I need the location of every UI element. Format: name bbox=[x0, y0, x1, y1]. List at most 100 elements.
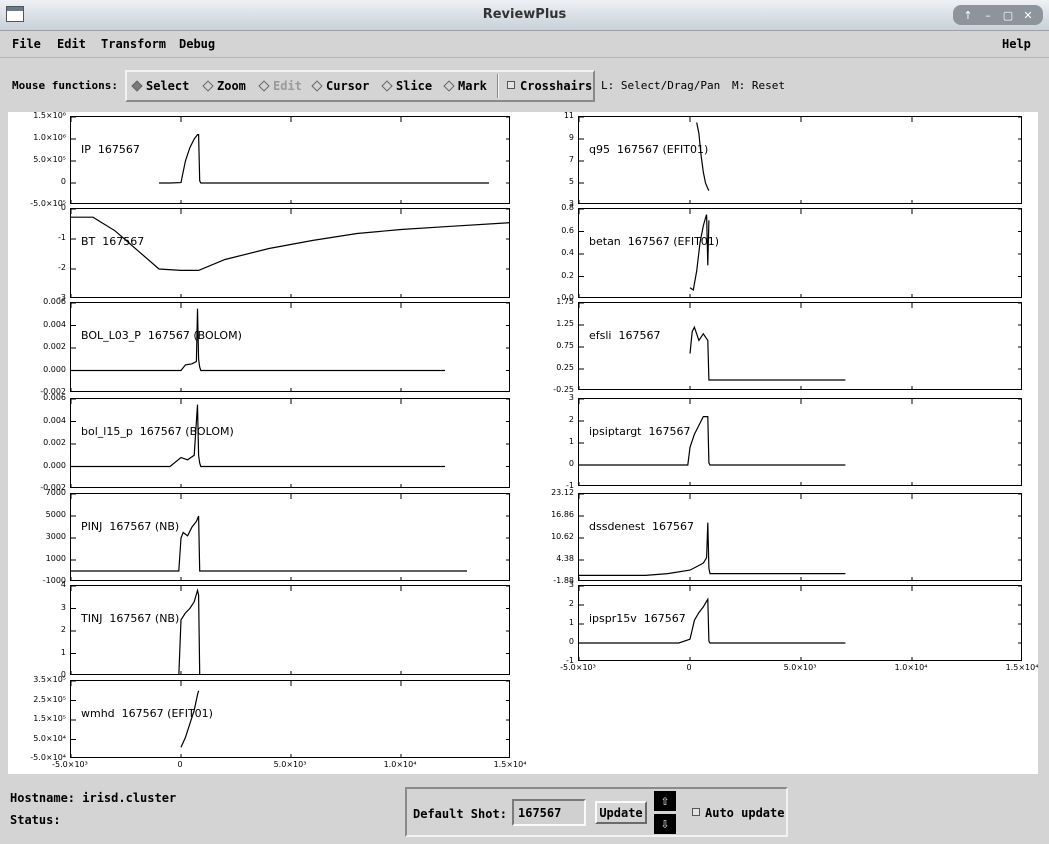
y-tick-label: 1.5×10⁶ bbox=[33, 111, 66, 120]
series-line bbox=[696, 122, 710, 191]
crosshairs-checkbox[interactable]: Crosshairs bbox=[507, 79, 592, 93]
menu-file[interactable]: File bbox=[12, 37, 41, 51]
x-tick-label: 0 bbox=[686, 663, 692, 672]
plot-svg bbox=[71, 586, 509, 674]
y-tick-label: 1 bbox=[568, 618, 574, 627]
y-tick-label: 3 bbox=[568, 393, 574, 402]
x-tick-label: 0 bbox=[177, 760, 183, 769]
plot-panel[interactable]: betan 167567 (EFIT01) bbox=[578, 208, 1022, 298]
mode-cursor-radio[interactable]: Cursor bbox=[311, 79, 369, 93]
plot-panel[interactable]: wmhd 167567 (EFIT01) bbox=[70, 680, 510, 758]
y-tick-label: 0.6 bbox=[561, 225, 574, 235]
x-tick-label: 1.5×10⁴ bbox=[493, 760, 527, 769]
mode-zoom-radio[interactable]: Zoom bbox=[202, 79, 246, 93]
radio-indicator-icon bbox=[311, 80, 323, 92]
menu-transform[interactable]: Transform bbox=[101, 37, 166, 51]
mouse-functions-label: Mouse functions: bbox=[12, 79, 118, 92]
plot-label: BOL_L03_P 167567 (BOLOM) bbox=[81, 329, 242, 342]
y-tick-label: 0.25 bbox=[556, 363, 574, 372]
plot-label: betan 167567 (EFIT01) bbox=[589, 235, 720, 248]
update-button[interactable]: Update bbox=[595, 801, 647, 824]
y-tick-label: 16.86 bbox=[551, 510, 574, 519]
minimize-window-icon[interactable]: – bbox=[979, 9, 997, 22]
plot-svg bbox=[579, 399, 1021, 485]
series-line bbox=[689, 214, 710, 292]
series-line bbox=[579, 416, 846, 466]
plot-label: wmhd 167567 (EFIT01) bbox=[81, 707, 213, 720]
y-tick-label: 1.0×10⁶ bbox=[33, 133, 66, 142]
x-tick-label: 1.5×10⁴ bbox=[1005, 663, 1039, 672]
x-tick-label: -5.0×10³ bbox=[560, 663, 596, 672]
y-tick-label: 1.75 bbox=[556, 297, 574, 306]
y-tick-label: 2.5×10⁵ bbox=[33, 694, 66, 704]
plot-svg bbox=[71, 209, 509, 297]
plot-panel[interactable]: ipspr15v 167567 bbox=[578, 585, 1022, 661]
y-tick-label: 10.62 bbox=[551, 532, 574, 541]
plot-panel[interactable]: BT 167567 bbox=[70, 208, 510, 298]
plot-panel[interactable]: ipsiptargt 167567 bbox=[578, 398, 1022, 486]
mode-slice-radio[interactable]: Slice bbox=[381, 79, 432, 93]
plot-canvas[interactable]: IP 167567 1.5×10⁶ 1.0×10⁶ 5.0×10⁵ 0 -5.0×10⁵ B… bbox=[8, 111, 1038, 774]
plot-panel[interactable]: BOL_L03_P 167567 (BOLOM) bbox=[70, 302, 510, 392]
y-tick-label: 4.38 bbox=[556, 554, 574, 563]
default-shot-box: Default Shot: Update ⇧ ⇩ Auto update bbox=[405, 787, 788, 837]
plot-label: ipsiptargt 167567 bbox=[589, 425, 691, 438]
y-tick-label: 5 bbox=[568, 177, 574, 186]
auto-update-checkbox[interactable]: Auto update bbox=[692, 806, 784, 820]
plot-svg bbox=[71, 494, 509, 580]
y-tick-label: 0.006 bbox=[43, 297, 66, 306]
maximize-window-icon[interactable]: ▢ bbox=[999, 9, 1017, 22]
y-tick-label: 3000 bbox=[45, 532, 66, 541]
plot-label: BT 167567 bbox=[81, 235, 145, 248]
y-tick-label: 1.5×10⁵ bbox=[33, 714, 66, 723]
y-tick-label: 0.002 bbox=[43, 342, 66, 351]
y-tick-label: 1.25 bbox=[556, 319, 574, 328]
plot-label: ipspr15v 167567 bbox=[589, 612, 686, 625]
y-tick-label: 0.000 bbox=[43, 460, 66, 470]
radio-indicator-icon bbox=[443, 80, 455, 92]
plot-svg bbox=[71, 117, 509, 203]
mode-select-radio[interactable]: Select bbox=[131, 79, 189, 93]
y-tick-label: 7 bbox=[568, 155, 574, 164]
y-tick-label: 2 bbox=[568, 599, 574, 608]
y-tick-label: 1000 bbox=[45, 554, 66, 563]
window-controls: ↑ – ▢ ✕ bbox=[953, 5, 1043, 25]
menu-debug[interactable]: Debug bbox=[179, 37, 215, 51]
menu-help[interactable]: Help bbox=[1002, 37, 1031, 51]
y-tick-label: 0.004 bbox=[43, 415, 66, 425]
toolbar-separator bbox=[497, 74, 499, 98]
plot-label: efsli 167567 bbox=[589, 329, 661, 342]
y-tick-label: 0.006 bbox=[43, 393, 66, 402]
radio-indicator-icon bbox=[202, 80, 214, 92]
y-tick-label: 0.4 bbox=[561, 248, 574, 257]
shot-decrement-arrow-down-icon[interactable]: ⇩ bbox=[654, 814, 676, 834]
default-shot-input[interactable] bbox=[512, 799, 586, 826]
plot-panel[interactable]: q95 167567 (EFIT01) bbox=[578, 116, 1022, 204]
plot-panel[interactable]: dssdenest 167567 bbox=[578, 493, 1022, 581]
y-tick-label: 1 bbox=[60, 647, 66, 657]
shot-increment-arrow-up-icon[interactable]: ⇧ bbox=[654, 791, 676, 811]
y-tick-label: 0.002 bbox=[43, 438, 66, 447]
mode-edit-radio: Edit bbox=[258, 79, 302, 93]
x-tick-label: 5.0×10³ bbox=[783, 663, 817, 672]
checkbox-icon bbox=[507, 81, 515, 89]
series-line bbox=[689, 325, 846, 381]
middle-mouse-hint: M: Reset bbox=[732, 79, 785, 92]
menu-edit[interactable]: Edit bbox=[57, 37, 86, 51]
plot-svg bbox=[579, 494, 1021, 580]
y-tick-label: 0 bbox=[568, 637, 574, 646]
mode-mark-radio[interactable]: Mark bbox=[443, 79, 487, 93]
y-tick-label: 3 bbox=[60, 602, 66, 612]
close-window-icon[interactable]: ✕ bbox=[1019, 9, 1037, 22]
radio-indicator-icon bbox=[131, 80, 143, 92]
y-tick-label: 0.000 bbox=[43, 364, 66, 374]
plot-panel[interactable]: efsli 167567 bbox=[578, 302, 1022, 390]
status-text: Status: bbox=[10, 813, 61, 827]
plot-panel[interactable]: bol_l15_p 167567 (BOLOM) bbox=[70, 398, 510, 488]
plot-panel[interactable]: IP 167567 bbox=[70, 116, 510, 204]
plot-label: IP 167567 bbox=[81, 143, 140, 156]
plot-panel[interactable]: PINJ 167567 (NB) bbox=[70, 493, 510, 581]
plot-panel[interactable]: TINJ 167567 (NB) bbox=[70, 585, 510, 675]
radio-indicator-icon bbox=[381, 80, 393, 92]
raise-window-icon[interactable]: ↑ bbox=[959, 9, 977, 22]
